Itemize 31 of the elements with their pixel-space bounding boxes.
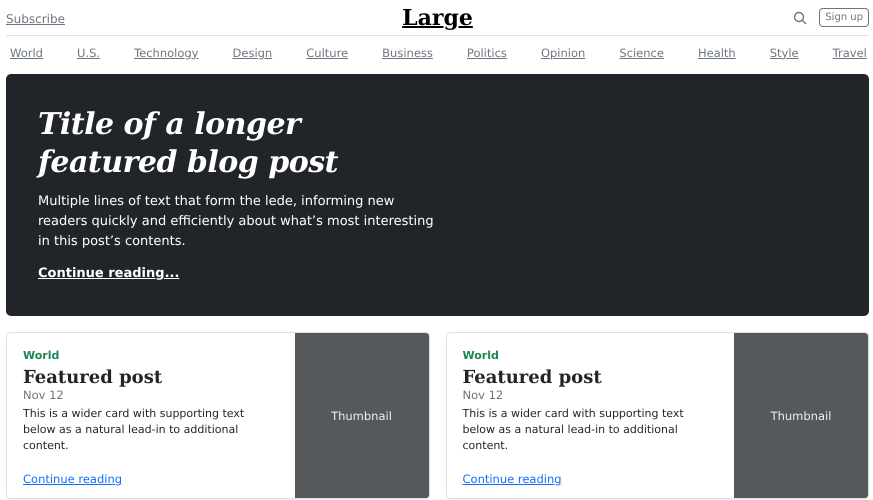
search-icon[interactable] [793, 10, 808, 24]
nav-link[interactable]: Opinion [540, 46, 586, 60]
nav-link[interactable]: Health [698, 46, 736, 60]
nav-link[interactable]: Business [382, 46, 433, 60]
nav-link[interactable]: Style [770, 46, 799, 60]
thumbnail-label: Thumbnail [331, 408, 392, 422]
nav-link[interactable]: Culture [306, 46, 348, 60]
hero-lede: Multiple lines of text that form the lede, informing new readers quickly and efficiently about what’s most interesting in this post’s contents. [38, 193, 435, 251]
category-label: World [462, 349, 499, 362]
hero-title: Title of a longer featured blog post [38, 106, 340, 182]
category-label: World [23, 349, 60, 362]
continue-reading-link[interactable]: Continue reading... [38, 266, 180, 281]
post-summary: This is a wider card with supporting text below as a natural lead-in to additional content. [23, 406, 246, 454]
post-date: Nov 12 [23, 388, 64, 402]
sign-up-button[interactable]: Sign up [819, 8, 869, 27]
thumbnail-label: Thumbnail [770, 408, 832, 422]
post-date: Nov 12 [462, 388, 504, 402]
post-title: Featured post [462, 367, 602, 388]
nav-link[interactable]: Travel [832, 46, 867, 60]
site-logo[interactable]: Large [402, 4, 473, 30]
nav-link[interactable]: U.S. [77, 46, 100, 60]
subscribe-link[interactable]: Subscribe [6, 12, 65, 26]
post-title: Featured post [23, 367, 162, 388]
post-summary: This is a wider card with supporting text below as a natural lead-in to additional content. [462, 406, 685, 454]
continue-reading-link[interactable]: Continue reading [23, 472, 122, 486]
continue-reading-link[interactable]: Continue reading [462, 472, 562, 486]
nav-link[interactable]: World [10, 46, 43, 60]
nav-link[interactable]: Technology [134, 46, 198, 60]
nav-link[interactable]: Science [619, 46, 664, 60]
nav-link[interactable]: Design [232, 46, 272, 60]
nav-link[interactable]: Politics [466, 46, 507, 60]
